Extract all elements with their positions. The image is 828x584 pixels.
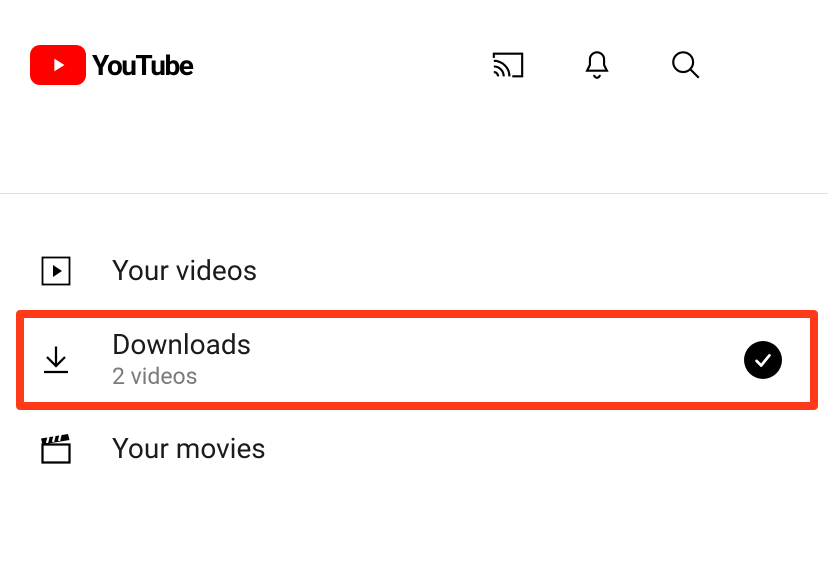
play-outline-icon [38,253,74,289]
library-item-your-movies[interactable]: Your movies [0,408,828,490]
search-icon[interactable] [669,48,703,82]
downloaded-check-icon [744,341,782,379]
library-item-label: Your videos [112,254,257,288]
library-item-sublabel: 2 videos [112,362,251,392]
library-item-label: Downloads [112,328,251,362]
download-icon [38,342,74,378]
library-item-label: Your movies [112,432,266,466]
youtube-wordmark: YouTube [92,49,192,82]
clapperboard-icon [38,431,74,467]
header-actions [491,48,798,82]
library-item-your-videos[interactable]: Your videos [0,230,828,312]
app-header: YouTube [0,0,828,100]
cast-icon[interactable] [491,48,525,82]
library-item-downloads[interactable]: Downloads 2 videos [0,312,828,408]
notifications-icon[interactable] [580,48,614,82]
youtube-play-icon [30,45,86,85]
youtube-logo[interactable]: YouTube [30,45,192,85]
library-list: Your videos Downloads 2 videos [0,194,828,490]
header-divider [0,100,828,194]
